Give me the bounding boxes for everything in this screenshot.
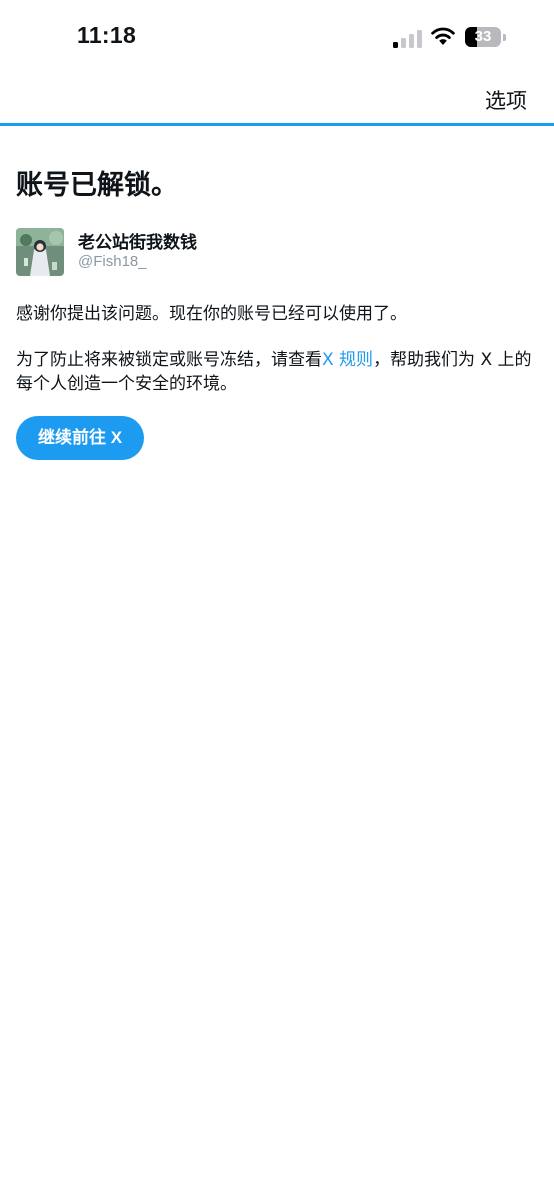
status-time: 11:18 xyxy=(77,22,137,48)
page-title: 账号已解锁。 xyxy=(16,170,178,201)
user-row: 老公站街我数钱 @Fish18_ xyxy=(16,228,538,280)
rules-notice-text-start: 为了防止将来被锁定或账号冻结，请查看 xyxy=(16,350,322,370)
continue-to-x-button[interactable]: 继续前往 X xyxy=(16,416,145,460)
user-handle: @Fish18_ xyxy=(78,253,147,270)
x-rules-link[interactable]: X 规则 xyxy=(322,350,373,370)
cellular-signal-icon xyxy=(393,28,423,48)
battery-icon: 33 xyxy=(465,27,506,47)
display-name: 老公站街我数钱 xyxy=(78,233,197,253)
status-bar: 11:18 33 xyxy=(0,0,554,76)
avatar xyxy=(16,228,64,276)
confirmation-text: 感谢你提出该问题。现在你的账号已经可以使用了。 xyxy=(16,304,407,324)
battery-percentage: 33 xyxy=(474,28,492,45)
wifi-icon xyxy=(431,27,455,45)
main-content: 账号已解锁。 老公站街我数钱 @Fish18_ 感谢你提出该问题。现在你的账号已… xyxy=(16,126,538,460)
options-button[interactable]: 选项 xyxy=(485,85,527,115)
rules-notice: 为了防止将来被锁定或账号冻结，请查看X 规则，帮助我们为 X 上的每个人创造一个… xyxy=(16,348,538,396)
top-nav-bar: 选项 xyxy=(0,76,554,123)
